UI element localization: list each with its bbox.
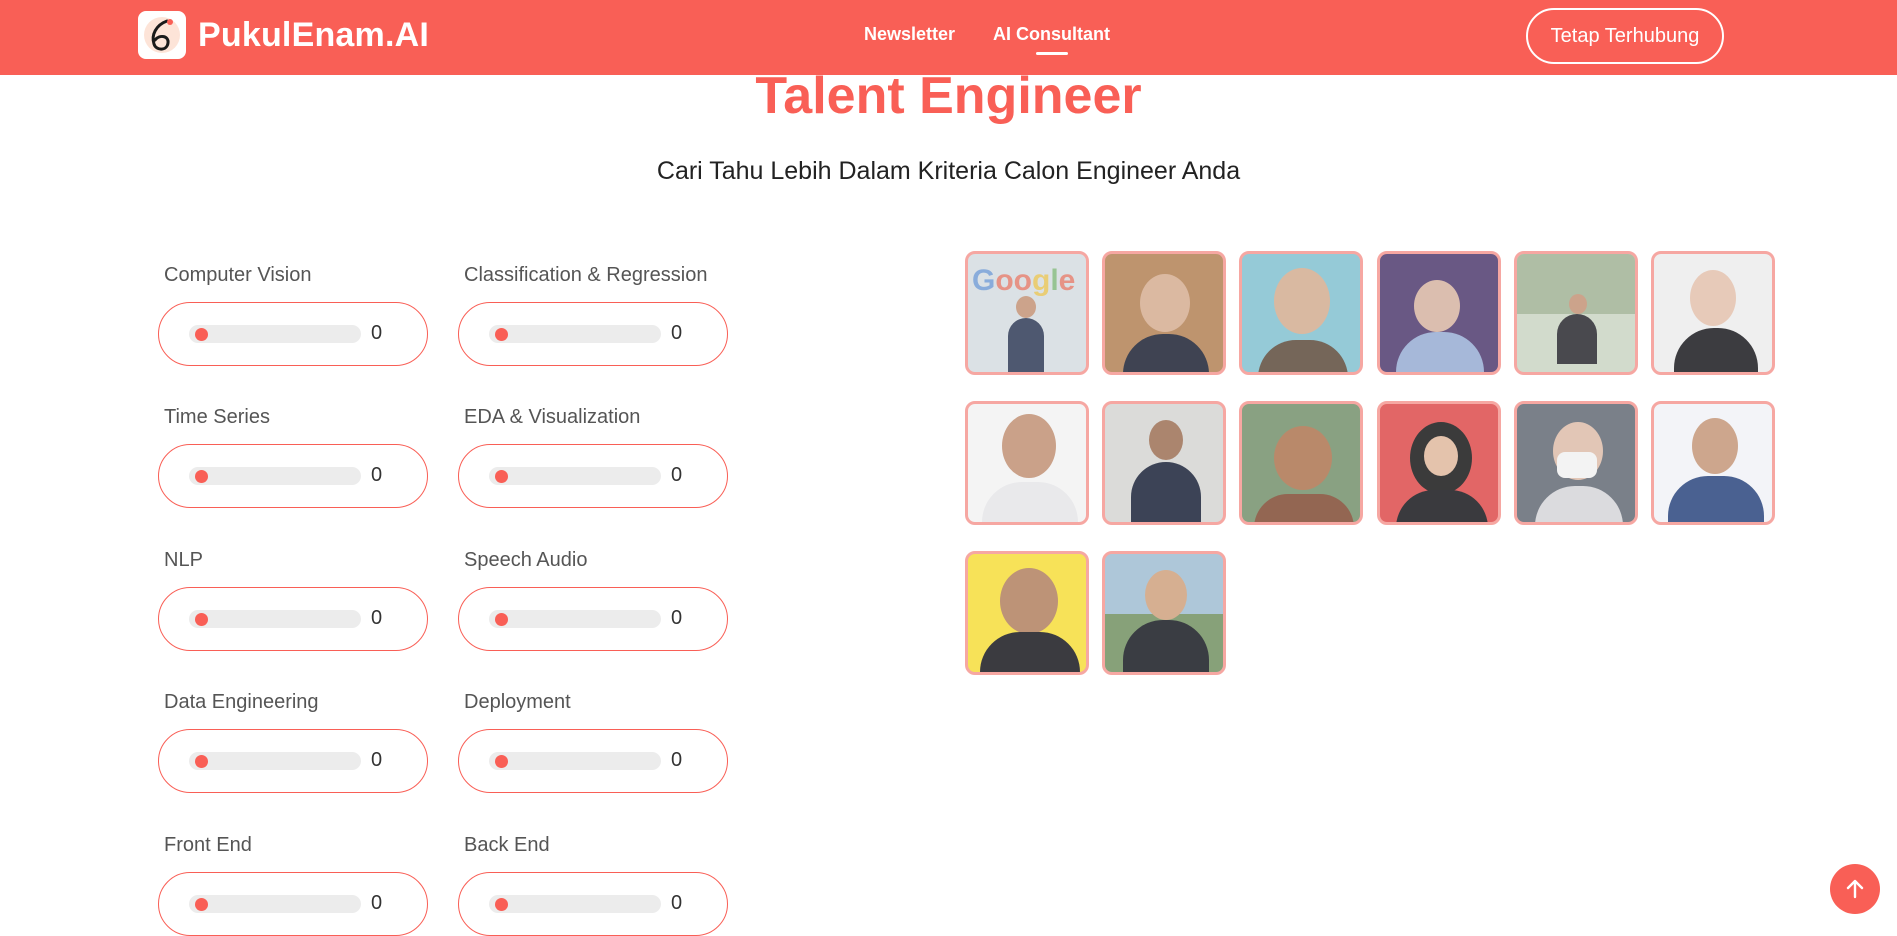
- skill-label: Front End: [164, 834, 252, 856]
- skill-label: Back End: [464, 834, 550, 856]
- skill-value: 0: [371, 322, 383, 344]
- skill-value: 0: [371, 892, 383, 914]
- nav-newsletter[interactable]: Newsletter: [864, 24, 955, 55]
- slider-track[interactable]: [489, 752, 661, 770]
- arrow-up-icon: [1846, 879, 1864, 899]
- skill-value: 0: [371, 607, 383, 629]
- skill-value: 0: [371, 464, 383, 486]
- skill-slider-computer-vision[interactable]: 0: [158, 302, 428, 366]
- slider-track[interactable]: [489, 325, 661, 343]
- nav-ai-consultant[interactable]: AI Consultant: [993, 24, 1110, 55]
- brand-name: PukulEnam.AI: [198, 15, 430, 54]
- slider-thumb[interactable]: [495, 898, 508, 911]
- talent-photo[interactable]: [1102, 401, 1226, 525]
- slider-track[interactable]: [189, 610, 361, 628]
- slider-thumb[interactable]: [195, 898, 208, 911]
- skill-value: 0: [671, 322, 683, 344]
- scroll-to-top-button[interactable]: [1830, 864, 1880, 914]
- skill-slider-nlp[interactable]: 0: [158, 587, 428, 651]
- skill-slider-deployment[interactable]: 0: [458, 729, 728, 793]
- slider-thumb[interactable]: [195, 328, 208, 341]
- slider-track[interactable]: [489, 895, 661, 913]
- contact-button[interactable]: Tetap Terhubung: [1526, 8, 1724, 64]
- skill-value: 0: [671, 892, 683, 914]
- slider-track[interactable]: [489, 467, 661, 485]
- skill-label: Deployment: [464, 691, 571, 713]
- logo-six-icon: [138, 11, 186, 59]
- slider-track[interactable]: [189, 325, 361, 343]
- skill-label: Data Engineering: [164, 691, 319, 713]
- slider-thumb[interactable]: [495, 613, 508, 626]
- skill-value: 0: [671, 607, 683, 629]
- skill-label: Computer Vision: [164, 264, 312, 286]
- skill-label: Classification & Regression: [464, 264, 708, 286]
- talent-photo[interactable]: Google: [965, 251, 1089, 375]
- slider-track[interactable]: [189, 467, 361, 485]
- skill-label: NLP: [164, 549, 203, 571]
- talent-photo[interactable]: [1377, 251, 1501, 375]
- skill-value: 0: [671, 464, 683, 486]
- main-nav: Newsletter AI Consultant: [864, 24, 1110, 55]
- slider-thumb[interactable]: [195, 755, 208, 768]
- skill-slider-time-series[interactable]: 0: [158, 444, 428, 508]
- skill-slider-data-engineering[interactable]: 0: [158, 729, 428, 793]
- top-navbar: PukulEnam.AI Newsletter AI Consultant Te…: [0, 0, 1897, 75]
- talent-photo[interactable]: [965, 401, 1089, 525]
- skill-value: 0: [371, 749, 383, 771]
- skill-slider-classification-regression[interactable]: 0: [458, 302, 728, 366]
- slider-thumb[interactable]: [495, 328, 508, 341]
- brand-logo[interactable]: PukulEnam.AI: [138, 11, 429, 59]
- slider-track[interactable]: [189, 895, 361, 913]
- skill-slider-back-end[interactable]: 0: [458, 872, 728, 936]
- skill-label: Time Series: [164, 406, 270, 428]
- skill-slider-eda-visualization[interactable]: 0: [458, 444, 728, 508]
- slider-thumb[interactable]: [495, 755, 508, 768]
- skill-value: 0: [671, 749, 683, 771]
- page-title: Talent Engineer: [755, 67, 1142, 125]
- slider-track[interactable]: [189, 752, 361, 770]
- logo-wall-icon: Google: [972, 264, 1076, 297]
- talent-photo[interactable]: [1239, 251, 1363, 375]
- skill-label: EDA & Visualization: [464, 406, 641, 428]
- page-subtitle: Cari Tahu Lebih Dalam Kriteria Calon Eng…: [656, 157, 1241, 185]
- slider-thumb[interactable]: [495, 470, 508, 483]
- skill-label: Speech Audio: [464, 549, 588, 571]
- talent-photo[interactable]: [1514, 401, 1638, 525]
- skill-slider-front-end[interactable]: 0: [158, 872, 428, 936]
- slider-thumb[interactable]: [195, 470, 208, 483]
- talent-photo[interactable]: [1651, 401, 1775, 525]
- talent-photo[interactable]: [1651, 251, 1775, 375]
- talent-photo[interactable]: [965, 551, 1089, 675]
- skill-slider-speech-audio[interactable]: 0: [458, 587, 728, 651]
- slider-thumb[interactable]: [195, 613, 208, 626]
- talent-photo[interactable]: [1102, 251, 1226, 375]
- talent-photo[interactable]: [1239, 401, 1363, 525]
- talent-photo[interactable]: [1514, 251, 1638, 375]
- slider-track[interactable]: [489, 610, 661, 628]
- talent-photo[interactable]: [1377, 401, 1501, 525]
- talent-photo[interactable]: [1102, 551, 1226, 675]
